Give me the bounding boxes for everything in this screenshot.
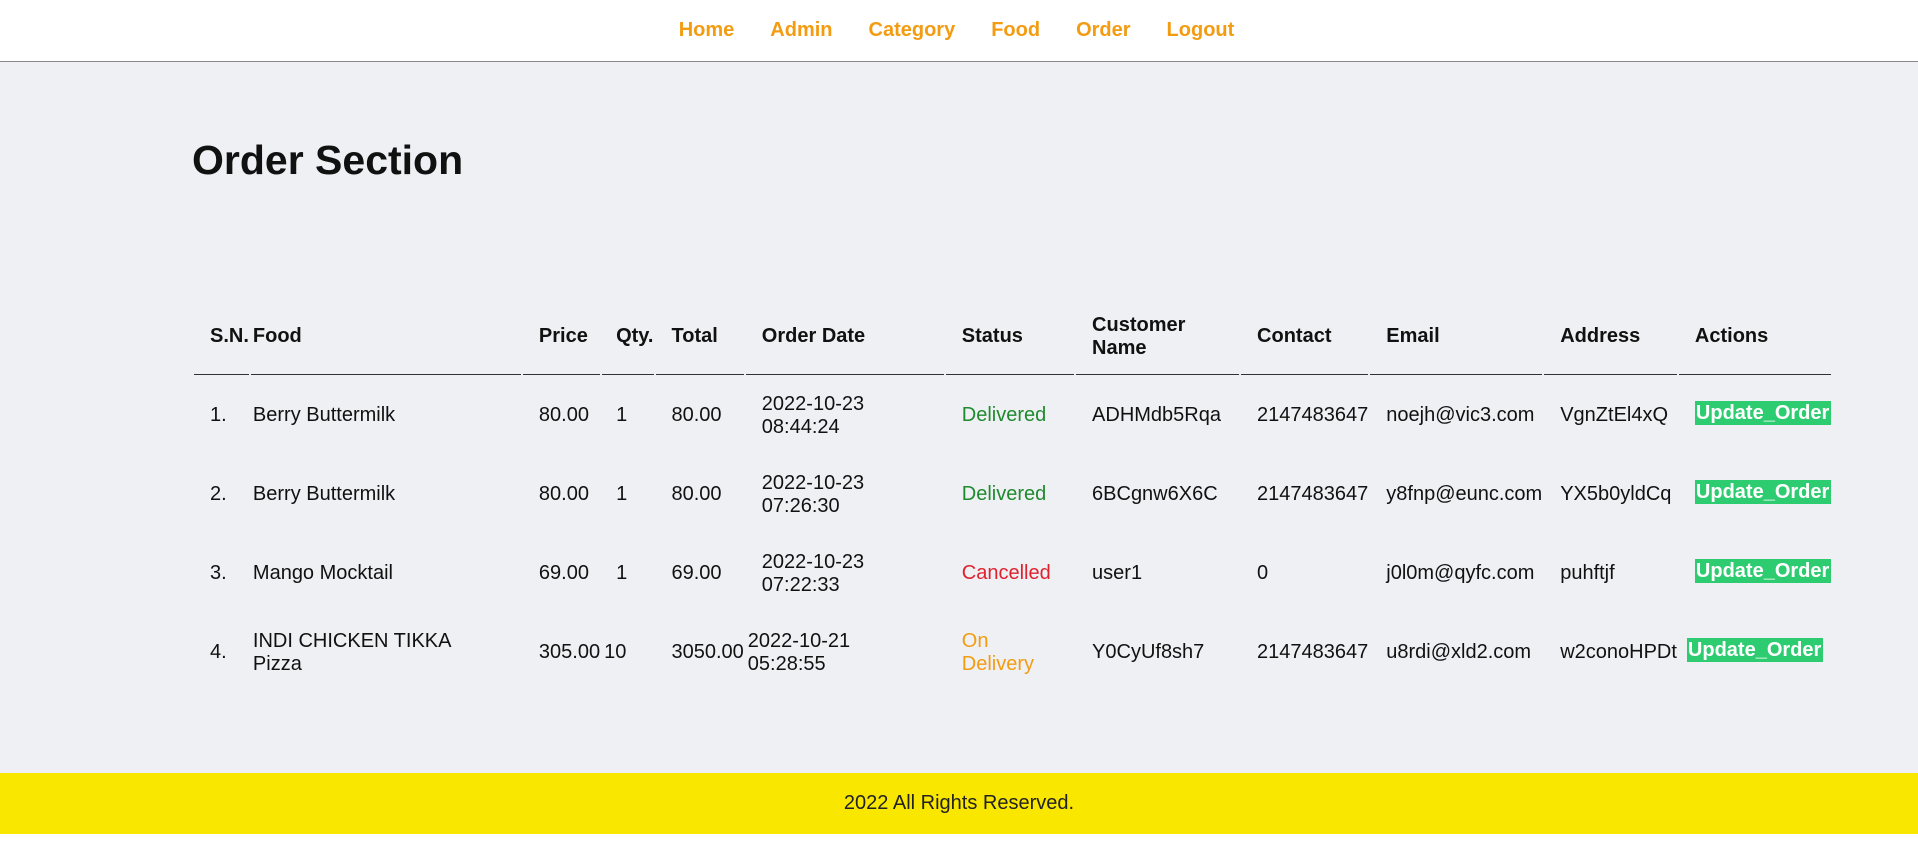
nav-item-category: Category bbox=[869, 19, 956, 42]
cell-customer-name: 6BCgnw6X6C bbox=[1092, 483, 1218, 505]
update-order-button[interactable]: Update_Order bbox=[1686, 637, 1823, 662]
cell-email: j0l0m@qyfc.com bbox=[1386, 562, 1535, 584]
cell-status: Cancelled bbox=[961, 562, 1051, 584]
cell-order-date: 2022-10-23 07:26:30 bbox=[761, 471, 865, 517]
cell-sn: 3. bbox=[210, 562, 227, 584]
cell-order-date: 2022-10-23 08:44:24 bbox=[761, 392, 865, 438]
cell-customer-name: Y0CyUf8sh7 bbox=[1092, 641, 1205, 663]
cell-status: Delivered bbox=[961, 404, 1047, 426]
header-actions: Actions bbox=[1678, 309, 1831, 375]
cell-total: 69.00 bbox=[671, 562, 722, 584]
footer: 2022 All Rights Reserved. bbox=[0, 773, 1918, 834]
cell-price: 80.00 bbox=[538, 483, 589, 505]
cell-total: 80.00 bbox=[671, 483, 722, 505]
orders-table: S.N. Food Price Qty. Total Order Date St… bbox=[192, 307, 1833, 693]
cell-actions: Update_Order bbox=[1679, 377, 1831, 454]
nav-item-food: Food bbox=[991, 19, 1040, 42]
cell-qty: 10 bbox=[604, 641, 627, 663]
update-order-button[interactable]: Update_Order bbox=[1694, 479, 1831, 504]
cell-customer-name: user1 bbox=[1092, 562, 1143, 584]
nav-link-category[interactable]: Category bbox=[869, 19, 956, 41]
cell-email: noejh@vic3.com bbox=[1386, 404, 1535, 426]
cell-food: INDI CHICKEN TIKKA Pizza bbox=[252, 629, 451, 675]
header-order-date: Order Date bbox=[745, 309, 944, 375]
nav-link-logout[interactable]: Logout bbox=[1167, 19, 1235, 41]
cell-order-date: 2022-10-23 07:22:33 bbox=[761, 550, 865, 596]
cell-contact: 0 bbox=[1257, 562, 1269, 584]
header-sn: S.N. bbox=[194, 309, 249, 375]
update-order-button[interactable]: Update_Order bbox=[1694, 558, 1831, 583]
header-price: Price bbox=[522, 309, 601, 375]
nav-link-order[interactable]: Order bbox=[1076, 19, 1130, 41]
header-food: Food bbox=[250, 309, 521, 375]
nav-item-admin: Admin bbox=[770, 19, 832, 42]
cell-contact: 2147483647 bbox=[1257, 641, 1369, 663]
cell-food: Berry Buttermilk bbox=[252, 404, 396, 426]
nav-link-admin[interactable]: Admin bbox=[770, 19, 832, 41]
header-total: Total bbox=[655, 309, 744, 375]
cell-price: 80.00 bbox=[538, 404, 589, 426]
nav-item-order: Order bbox=[1076, 19, 1130, 42]
cell-food: Berry Buttermilk bbox=[252, 483, 396, 505]
cell-total: 3050.00 bbox=[671, 641, 744, 663]
cell-sn: 2. bbox=[210, 483, 227, 505]
table-header-row: S.N. Food Price Qty. Total Order Date St… bbox=[194, 309, 1831, 375]
cell-email: y8fnp@eunc.com bbox=[1386, 483, 1543, 505]
table-row: 2. Berry Buttermilk 80.00 1 80.00 2022-1… bbox=[194, 456, 1831, 533]
cell-contact: 2147483647 bbox=[1257, 483, 1369, 505]
nav-link-home[interactable]: Home bbox=[679, 19, 735, 41]
cell-actions: Update_Order bbox=[1679, 535, 1831, 612]
cell-customer-name: ADHMdb5Rqa bbox=[1092, 404, 1221, 426]
cell-qty: 1 bbox=[616, 562, 628, 584]
header-status: Status bbox=[945, 309, 1075, 375]
cell-actions: Update_Order bbox=[1679, 614, 1831, 691]
footer-copyright: 2022 All Rights Reserved. bbox=[843, 792, 1075, 814]
nav-item-logout: Logout bbox=[1167, 19, 1235, 42]
cell-order-date: 2022-10-21 05:28:55 bbox=[747, 629, 851, 675]
header-address: Address bbox=[1544, 309, 1677, 375]
cell-price: 305.00 bbox=[538, 641, 601, 663]
cell-address: VgnZtEl4xQ bbox=[1560, 404, 1669, 426]
nav-item-home: Home bbox=[679, 19, 735, 42]
cell-total: 80.00 bbox=[671, 404, 722, 426]
cell-actions: Update_Order bbox=[1679, 456, 1831, 533]
cell-sn: 1. bbox=[210, 404, 227, 426]
header-qty: Qty. bbox=[602, 309, 654, 375]
cell-address: puhftjf bbox=[1560, 562, 1615, 584]
cell-food: Mango Mocktail bbox=[252, 562, 393, 584]
table-row: 3. Mango Mocktail 69.00 1 69.00 2022-10-… bbox=[194, 535, 1831, 612]
cell-price: 69.00 bbox=[538, 562, 589, 584]
cell-qty: 1 bbox=[616, 483, 628, 505]
nav-list: Home Admin Category Food Order Logout bbox=[661, 19, 1253, 42]
cell-qty: 1 bbox=[616, 404, 628, 426]
cell-sn: 4. bbox=[210, 641, 227, 663]
update-order-button[interactable]: Update_Order bbox=[1694, 400, 1831, 425]
cell-address: w2conoHPDt bbox=[1560, 641, 1677, 663]
table-row: 4. INDI CHICKEN TIKKA Pizza 305.00 10 30… bbox=[194, 614, 1831, 691]
table-row: 1. Berry Buttermilk 80.00 1 80.00 2022-1… bbox=[194, 377, 1831, 454]
header-email: Email bbox=[1370, 309, 1543, 375]
main-content: Order Section S.N. Food Price Qty. Total… bbox=[0, 62, 1918, 773]
cell-status: Delivered bbox=[961, 483, 1047, 505]
cell-address: YX5b0yldCq bbox=[1560, 483, 1672, 505]
page-title: Order Section bbox=[192, 137, 464, 183]
top-nav: Home Admin Category Food Order Logout bbox=[0, 0, 1918, 62]
header-customer-name: Customer Name bbox=[1076, 309, 1240, 375]
nav-link-food[interactable]: Food bbox=[991, 19, 1040, 41]
cell-email: u8rdi@xld2.com bbox=[1386, 641, 1532, 663]
header-contact: Contact bbox=[1241, 309, 1369, 375]
cell-status: On Delivery bbox=[961, 629, 1035, 675]
cell-contact: 2147483647 bbox=[1257, 404, 1369, 426]
